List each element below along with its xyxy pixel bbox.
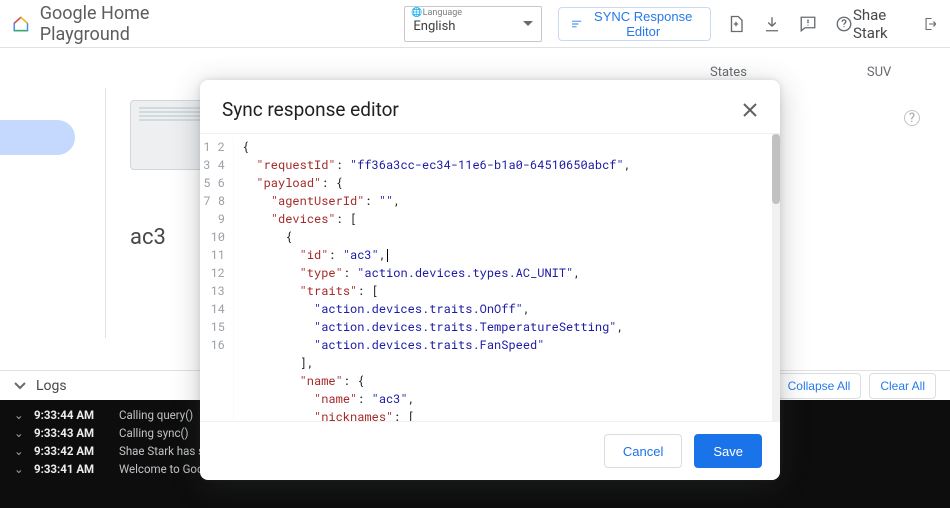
sync-editor-modal: Sync response editor 1 2 3 4 5 6 7 8 9 1…	[200, 80, 780, 480]
code-content[interactable]: { "requestId": "ff36a3cc-ec34-11e6-b1a0-…	[234, 138, 631, 421]
save-button[interactable]: Save	[694, 434, 762, 468]
close-icon[interactable]	[742, 102, 758, 118]
line-gutter: 1 2 3 4 5 6 7 8 9 10 11 12 13 14 15 16	[200, 138, 234, 421]
text-cursor	[387, 249, 388, 262]
scrollbar-thumb[interactable]	[772, 134, 780, 204]
cancel-button[interactable]: Cancel	[604, 434, 682, 468]
code-editor[interactable]: 1 2 3 4 5 6 7 8 9 10 11 12 13 14 15 16 {…	[200, 133, 780, 421]
modal-title: Sync response editor	[222, 98, 399, 121]
